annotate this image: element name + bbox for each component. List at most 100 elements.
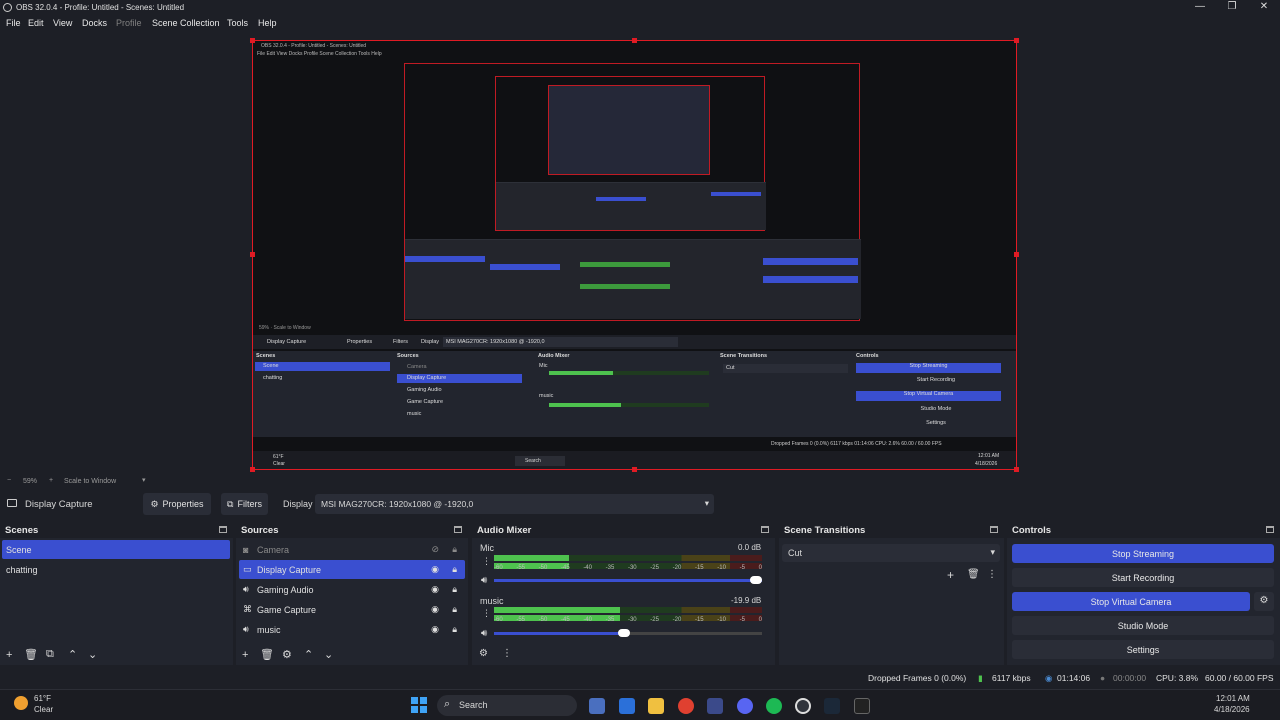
- file-explorer-icon[interactable]: [648, 698, 664, 714]
- kebab-menu-icon[interactable]: ⋮: [502, 648, 512, 659]
- resize-handle[interactable]: [1014, 252, 1019, 257]
- popout-icon[interactable]: [454, 526, 462, 533]
- volume-slider-rest: [624, 632, 762, 635]
- volume-slider[interactable]: [494, 632, 624, 635]
- zoom-out-icon[interactable]: −: [7, 477, 11, 484]
- settings-button[interactable]: Settings: [1012, 640, 1274, 659]
- popout-icon[interactable]: [990, 526, 998, 533]
- volume-slider-handle[interactable]: [750, 576, 762, 584]
- source-item[interactable]: ▭ Display Capture ◉ 🔒︎: [239, 560, 465, 579]
- nested-preview-3: [548, 85, 710, 175]
- source-item[interactable]: ⌘ Game Capture ◉ 🔒︎: [239, 600, 465, 619]
- gear-icon[interactable]: ⚙: [479, 648, 488, 659]
- gear-icon[interactable]: ⚙: [1254, 592, 1274, 611]
- move-down-icon[interactable]: ⌄: [324, 648, 333, 661]
- steam-icon[interactable]: [824, 698, 840, 714]
- outlook-icon[interactable]: [619, 698, 635, 714]
- kebab-menu-icon[interactable]: ⋮: [987, 569, 997, 580]
- eye-icon[interactable]: ◉: [431, 624, 439, 635]
- move-up-icon[interactable]: ⌃: [304, 648, 313, 661]
- filters-button[interactable]: ⧉ Filters: [221, 493, 268, 515]
- spotify-icon[interactable]: [766, 698, 782, 714]
- scene-item[interactable]: chatting: [2, 560, 230, 579]
- lock-icon[interactable]: 🔒︎: [452, 544, 457, 555]
- gear-icon[interactable]: ⚙: [282, 648, 292, 661]
- nested-sources-title: Sources: [397, 353, 419, 359]
- menu-tools[interactable]: Tools: [227, 18, 248, 28]
- menu-docks[interactable]: Docks: [82, 18, 107, 28]
- menu-view[interactable]: View: [53, 18, 72, 28]
- lock-icon[interactable]: 🔒︎: [452, 564, 457, 575]
- kebab-menu-icon[interactable]: ⋮: [482, 608, 491, 619]
- source-item[interactable]: 🔊︎ music ◉ 🔒︎: [239, 620, 465, 639]
- trash-icon[interactable]: 🗑: [260, 648, 274, 661]
- camera-icon: ◙: [243, 544, 249, 555]
- discord-icon[interactable]: [737, 698, 753, 714]
- source-item[interactable]: ◙ Camera ⊘ 🔒︎: [239, 540, 465, 559]
- menu-edit[interactable]: Edit: [28, 18, 44, 28]
- eye-icon[interactable]: ◉: [431, 584, 439, 595]
- volume-slider-handle[interactable]: [618, 629, 630, 637]
- resize-handle[interactable]: [250, 467, 255, 472]
- obs-icon[interactable]: [795, 698, 811, 714]
- eye-icon[interactable]: ◉: [431, 604, 439, 615]
- properties-button[interactable]: ⚙ Properties: [143, 493, 211, 515]
- popout-icon[interactable]: [219, 526, 227, 533]
- zoom-mode[interactable]: Scale to Window: [64, 478, 116, 485]
- trash-icon[interactable]: 🗑: [24, 648, 38, 661]
- preview-canvas[interactable]: OBS 32.0.4 - Profile: Untitled - Scenes:…: [252, 40, 1017, 470]
- add-icon[interactable]: +: [6, 649, 12, 661]
- close-icon[interactable]: ✕: [1252, 1, 1276, 12]
- resize-handle[interactable]: [1014, 38, 1019, 43]
- vpn-icon[interactable]: [707, 698, 723, 714]
- eye-hidden-icon[interactable]: ⊘: [431, 544, 439, 555]
- restore-icon[interactable]: ❐: [1220, 1, 1244, 12]
- menu-scene-collection[interactable]: Scene Collection: [152, 18, 220, 28]
- search-label: Search: [459, 700, 488, 710]
- meter-tick-label: -45: [560, 617, 570, 623]
- lock-icon[interactable]: 🔒︎: [452, 624, 457, 635]
- menu-profile[interactable]: Profile: [116, 18, 142, 28]
- chrome-icon[interactable]: [678, 698, 694, 714]
- display-select[interactable]: MSI MAG270CR: 1920x1080 @ -1920,0 ▾: [315, 494, 714, 514]
- volume-slider[interactable]: [494, 579, 762, 582]
- nested-scene: chatting: [263, 375, 283, 381]
- speaker-icon[interactable]: 🔊︎: [481, 575, 487, 586]
- task-view-icon[interactable]: [589, 698, 605, 714]
- meter-fill: [494, 607, 620, 613]
- chevron-down-icon[interactable]: ▾: [142, 476, 146, 484]
- trash-icon[interactable]: 🗑: [967, 569, 980, 580]
- filter-icon[interactable]: ⧉: [46, 648, 54, 661]
- lock-icon[interactable]: 🔒︎: [452, 604, 457, 615]
- source-item[interactable]: 🔊︎ Gaming Audio ◉ 🔒︎: [239, 580, 465, 599]
- resize-handle[interactable]: [1014, 467, 1019, 472]
- zoom-in-icon[interactable]: +: [49, 477, 53, 484]
- search-box[interactable]: ⌕ Search: [437, 695, 577, 716]
- popout-icon[interactable]: [761, 526, 769, 533]
- menu-help[interactable]: Help: [258, 18, 277, 28]
- resize-handle[interactable]: [632, 467, 637, 472]
- start-recording-button[interactable]: Start Recording: [1012, 568, 1274, 587]
- add-icon[interactable]: +: [242, 649, 248, 661]
- windows-start-icon[interactable]: [411, 697, 427, 713]
- stop-virtual-camera-button[interactable]: Stop Virtual Camera: [1012, 592, 1250, 611]
- nested-bar: [711, 192, 761, 196]
- move-up-icon[interactable]: ⌃: [68, 648, 77, 661]
- app-icon[interactable]: [854, 698, 870, 714]
- move-down-icon[interactable]: ⌄: [88, 648, 97, 661]
- stop-streaming-button[interactable]: Stop Streaming: [1012, 544, 1274, 563]
- studio-mode-button[interactable]: Studio Mode: [1012, 616, 1274, 635]
- kebab-menu-icon[interactable]: ⋮: [482, 556, 491, 567]
- speaker-icon[interactable]: 🔊︎: [481, 628, 487, 639]
- menu-file[interactable]: File: [6, 18, 21, 28]
- popout-icon[interactable]: [1266, 526, 1274, 533]
- add-icon[interactable]: +: [947, 568, 954, 582]
- minimize-icon[interactable]: —: [1188, 1, 1212, 12]
- transition-select[interactable]: Cut ▾: [782, 544, 1000, 562]
- eye-icon[interactable]: ◉: [431, 564, 439, 575]
- resize-handle[interactable]: [250, 38, 255, 43]
- scene-item[interactable]: Scene: [2, 540, 230, 559]
- resize-handle[interactable]: [632, 38, 637, 43]
- lock-icon[interactable]: 🔒︎: [452, 584, 457, 595]
- resize-handle[interactable]: [250, 252, 255, 257]
